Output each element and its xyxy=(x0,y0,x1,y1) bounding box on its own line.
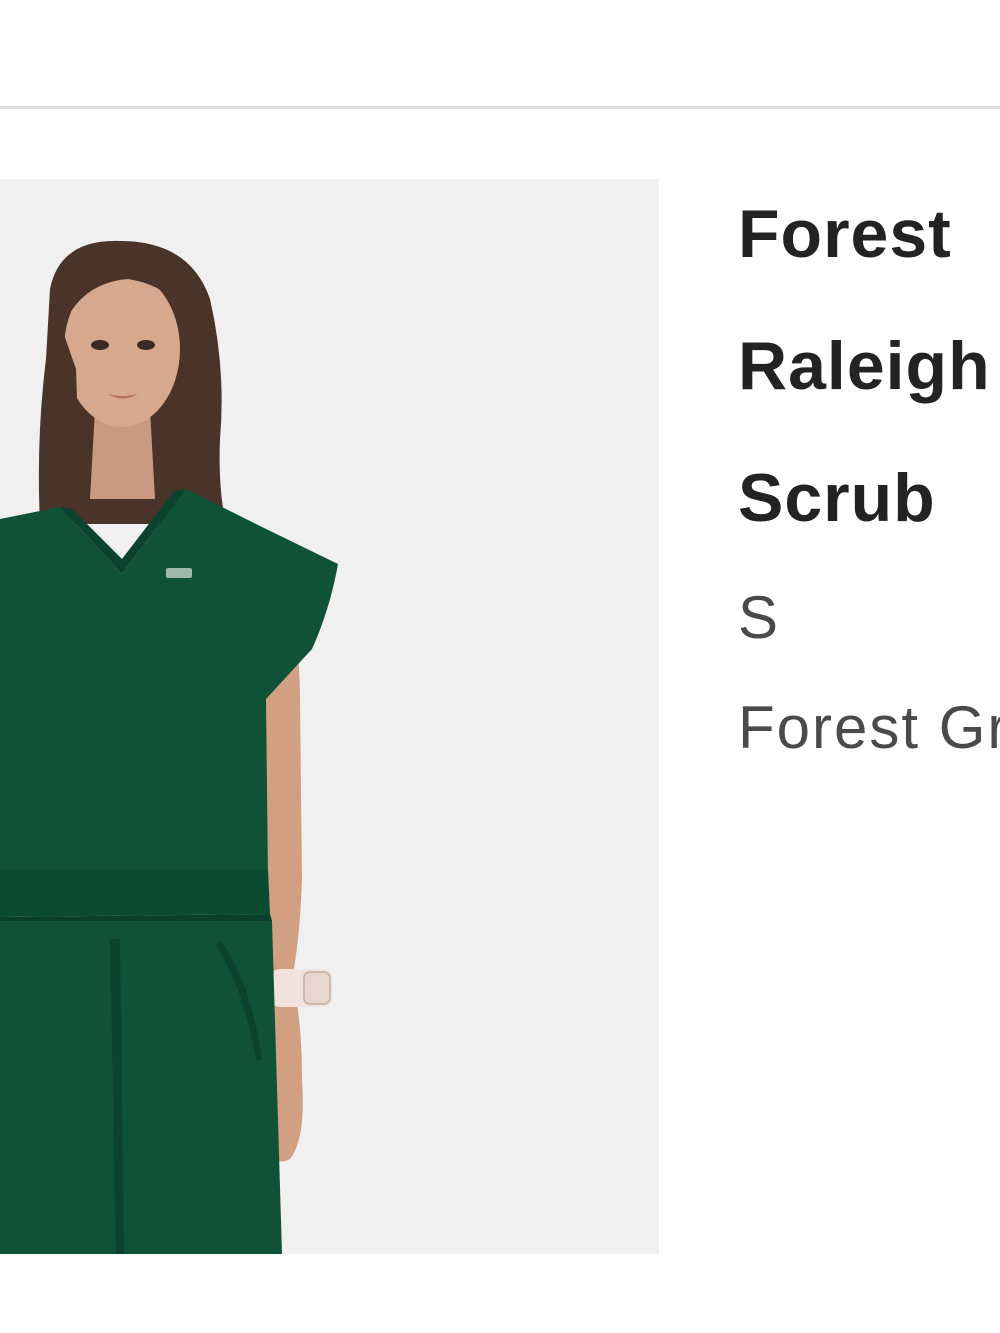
product-size: S xyxy=(738,584,781,651)
product-color: Forest Green xyxy=(738,694,1000,758)
product-name-line-2: Raleigh xyxy=(738,328,991,404)
product-name-line-3: Scrub xyxy=(738,460,936,536)
product-image[interactable] xyxy=(0,179,659,1254)
header-divider xyxy=(0,106,1000,109)
product-details: Forest Raleigh Scrub S Forest Green xyxy=(738,200,1000,758)
model-photo xyxy=(0,240,338,1254)
product-name-line-1: Forest xyxy=(738,200,952,272)
